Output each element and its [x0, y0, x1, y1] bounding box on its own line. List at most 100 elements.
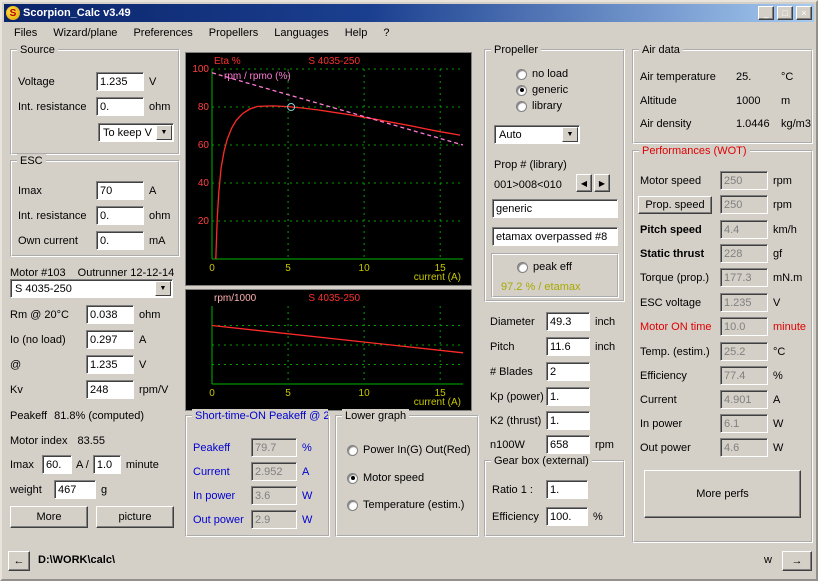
menu-help[interactable]: Help — [337, 25, 376, 41]
svg-text:10: 10 — [359, 263, 371, 274]
perf-motor-on-time-row: Motor ON time 10.0 minute — [640, 317, 806, 336]
prop-name-input[interactable]: generic — [492, 199, 618, 218]
air-density-unit: kg/m3 — [781, 118, 811, 130]
voltage-label: Voltage — [18, 76, 96, 88]
prop-blades-input[interactable]: 2 — [546, 362, 590, 381]
motor-rm-unit: ohm — [139, 309, 160, 321]
prop-pitch-label: Pitch — [490, 341, 546, 353]
lower-graph-option-power[interactable]: Power In(G) Out(Red) — [347, 443, 471, 457]
menu-propellers[interactable]: Propellers — [201, 25, 267, 41]
motor-at-input[interactable]: 1.235 — [86, 355, 134, 374]
gearbox-efficiency-label: Efficiency — [492, 511, 546, 523]
perf-motor-on-time-unit: minute — [773, 321, 806, 333]
prop-kp-row: Kp (power) 1. — [490, 387, 595, 406]
gearbox-ratio-input[interactable]: 1. — [546, 480, 588, 499]
air-temperature-row: Air temperature 25. °C — [640, 67, 793, 86]
peak-eff-option[interactable]: peak eff — [517, 260, 572, 274]
svg-text:0: 0 — [209, 263, 215, 274]
menu-question[interactable]: ? — [375, 25, 397, 41]
perf-torque-value: 177.3 — [720, 268, 768, 287]
source-resistance-input[interactable]: 0. — [96, 97, 144, 116]
title-bar[interactable]: S Scorpion_Calc v3.49 _ □ × — [4, 4, 814, 22]
prop-pitch-row: Pitch 11.6 inch — [490, 337, 615, 356]
radio-icon[interactable] — [516, 69, 527, 80]
nav-forward-button[interactable]: → — [782, 551, 812, 571]
motor-weight-input[interactable]: 467 — [54, 480, 96, 499]
peak-eff-frame: peak eff 97.2 % / etamax — [491, 253, 619, 298]
menu-preferences[interactable]: Preferences — [125, 25, 200, 41]
motor-io-input[interactable]: 0.297 — [86, 330, 134, 349]
menu-wizard-plane[interactable]: Wizard/plane — [45, 25, 125, 41]
propeller-option-no-load[interactable]: no load — [516, 67, 568, 81]
radio-icon[interactable] — [516, 101, 527, 112]
motor-peakeff-label: Peakeff — [10, 410, 47, 422]
motor-kv-row: Kv 248 rpm/V — [10, 380, 168, 399]
radio-icon[interactable] — [347, 445, 358, 456]
perf-motor-speed-label: Motor speed — [640, 175, 720, 187]
motor-imax-input[interactable]: 60. — [42, 455, 72, 474]
gearbox-efficiency-input[interactable]: 100. — [546, 507, 588, 526]
more-perfs-button[interactable]: More perfs — [644, 470, 801, 518]
esc-own-current-unit: mA — [149, 235, 166, 247]
chevron-down-icon[interactable]: ▼ — [562, 127, 578, 142]
shorttime-peakeff-label: Peakeff — [193, 442, 251, 454]
motor-imax-minutes-input[interactable]: 1.0 — [93, 455, 121, 474]
perf-out-power-label: Out power — [640, 442, 720, 454]
esc-own-current-input[interactable]: 0. — [96, 231, 144, 250]
prop-n100w-input[interactable]: 658 — [546, 435, 590, 454]
menu-files[interactable]: Files — [6, 25, 45, 41]
propeller-option-generic[interactable]: generic — [516, 83, 568, 97]
prop-library-counter: 001>008<010 — [494, 179, 562, 191]
radio-selected-icon[interactable] — [516, 85, 527, 96]
esc-imax-input[interactable]: 70 — [96, 181, 144, 200]
prop-next-button[interactable]: ▶ — [594, 174, 610, 192]
prop-speed-button[interactable]: Prop. speed — [638, 196, 712, 214]
keep-mode-combobox[interactable]: To keep V ▼ — [98, 123, 174, 142]
gearbox-group: Gear box (external) Ratio 1 : 1. Efficie… — [484, 460, 625, 537]
prop-diameter-input[interactable]: 49.3 — [546, 312, 590, 331]
picture-button[interactable]: picture — [96, 506, 174, 528]
prop-k2-input[interactable]: 1. — [546, 411, 590, 430]
air-temperature-label: Air temperature — [640, 71, 736, 83]
motor-kv-input[interactable]: 248 — [86, 380, 134, 399]
motor-index-value: 83.55 — [77, 435, 105, 447]
air-temperature-unit: °C — [781, 71, 793, 83]
shorttime-outpower-value: 2.9 — [251, 510, 297, 529]
lower-graph-option-motor-speed[interactable]: Motor speed — [347, 471, 424, 485]
propeller-group: Propeller no load generic library Auto ▼… — [484, 49, 625, 302]
voltage-input[interactable]: 1.235 — [96, 72, 144, 91]
prop-kp-input[interactable]: 1. — [546, 387, 590, 406]
propeller-mode-combobox[interactable]: Auto ▼ — [494, 125, 580, 144]
esc-resistance-input[interactable]: 0. — [96, 206, 144, 225]
motor-rm-input[interactable]: 0.038 — [86, 305, 134, 324]
lower-graph-option-temperature[interactable]: Temperature (estim.) — [347, 498, 464, 512]
chevron-down-icon[interactable]: ▼ — [155, 281, 171, 296]
minimize-button[interactable]: _ — [758, 6, 774, 20]
propeller-option-library[interactable]: library — [516, 99, 562, 113]
prop-status-input[interactable]: etamax overpassed #8 — [492, 227, 618, 246]
chevron-down-icon[interactable]: ▼ — [156, 125, 172, 140]
propeller-title: Propeller — [491, 43, 541, 57]
more-button[interactable]: More — [10, 506, 88, 528]
prop-n100w-row: n100W 658 rpm — [490, 435, 614, 454]
prop-prev-button[interactable]: ◀ — [576, 174, 592, 192]
prop-pitch-input[interactable]: 11.6 — [546, 337, 590, 356]
motor-peakeff-value: 81.8% (computed) — [54, 410, 144, 422]
radio-icon[interactable] — [347, 500, 358, 511]
lower-graph-title: Lower graph — [342, 409, 409, 423]
motor-at-unit: V — [139, 359, 146, 371]
keep-mode-value: To keep V — [103, 127, 152, 139]
radio-selected-icon[interactable] — [347, 473, 358, 484]
restore-button[interactable]: □ — [777, 6, 793, 20]
air-data-group: Air data Air temperature 25. °C Altitude… — [632, 49, 813, 144]
nav-back-button[interactable]: ← — [8, 551, 30, 571]
svg-text:current (A): current (A) — [414, 397, 461, 408]
shorttime-current-value: 2.952 — [251, 462, 297, 481]
perf-esc-voltage-unit: V — [773, 297, 780, 309]
menu-languages[interactable]: Languages — [266, 25, 336, 41]
motor-model-combobox[interactable]: S 4035-250 ▼ — [10, 279, 173, 298]
close-button[interactable]: × — [796, 6, 812, 20]
perf-pitch-speed-unit: km/h — [773, 224, 797, 236]
radio-icon[interactable] — [517, 262, 528, 273]
prop-k2-row: K2 (thrust) 1. — [490, 411, 595, 430]
